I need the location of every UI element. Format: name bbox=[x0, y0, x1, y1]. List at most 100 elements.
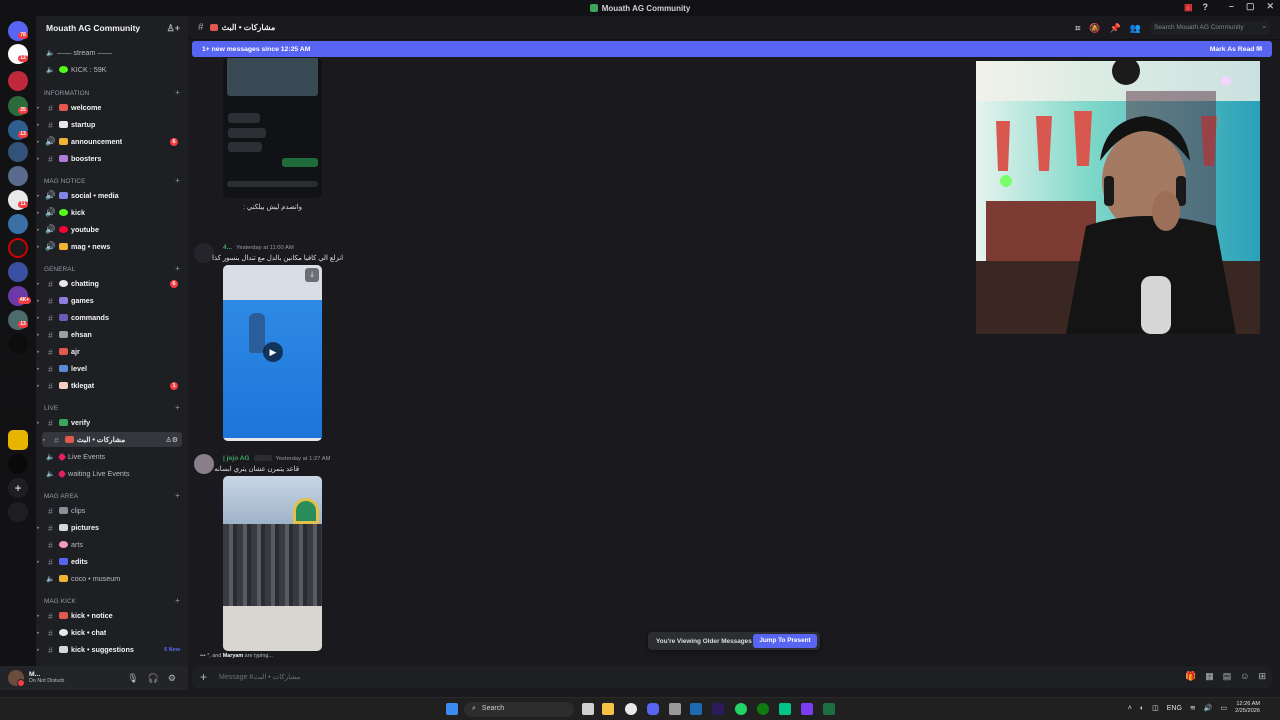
category-general[interactable]: GENERAL + bbox=[44, 265, 180, 274]
channel-ehsan[interactable]: ▸ # ehsan bbox=[36, 327, 188, 342]
channel-ajr[interactable]: ▸ # ajr bbox=[36, 344, 188, 359]
chevron-up-icon[interactable]: ˄ bbox=[1128, 705, 1132, 712]
user-info[interactable]: M... Do Not Disturb bbox=[29, 671, 64, 685]
channel-commands[interactable]: ▸ # commands bbox=[36, 310, 188, 325]
steam-icon[interactable] bbox=[690, 703, 702, 715]
emoji-icon[interactable]: ☺ bbox=[1240, 671, 1249, 682]
xbox-icon[interactable] bbox=[757, 703, 769, 715]
gear-icon[interactable]: ⚙ bbox=[168, 673, 176, 684]
help-icon[interactable]: ? bbox=[1203, 2, 1209, 13]
server-icon[interactable] bbox=[8, 214, 28, 234]
channel-level[interactable]: ▸ # level bbox=[36, 361, 188, 376]
server-icon[interactable] bbox=[8, 166, 28, 186]
discover-icon[interactable] bbox=[8, 502, 28, 522]
attachment-image[interactable] bbox=[223, 58, 322, 198]
message-author[interactable]: 4... bbox=[223, 244, 232, 251]
channel-verify[interactable]: ▸ # verify bbox=[36, 415, 188, 430]
channel-live-events[interactable]: 🔈 Live Events bbox=[36, 449, 188, 464]
new-messages-bar[interactable]: 1+ new messages since 12:25 AM Mark As R… bbox=[192, 41, 1272, 57]
channel-games[interactable]: ▸ # games bbox=[36, 293, 188, 308]
inbox-icon[interactable]: ▣ bbox=[1184, 2, 1193, 13]
close-icon[interactable]: ✕ bbox=[1266, 1, 1274, 12]
excel-icon[interactable] bbox=[823, 703, 835, 715]
language-indicator[interactable]: ENG bbox=[1167, 705, 1182, 712]
discord-taskbar-icon[interactable] bbox=[647, 703, 659, 715]
add-user-icon[interactable]: ♙+ bbox=[167, 23, 180, 34]
headphones-icon[interactable]: 🎧 bbox=[148, 673, 159, 684]
add-attachment-icon[interactable]: + bbox=[200, 670, 207, 684]
channel-clips[interactable]: # clips bbox=[36, 503, 188, 518]
channel-welcome[interactable]: ▸ # welcome bbox=[36, 100, 188, 115]
whatsapp-icon[interactable] bbox=[735, 703, 747, 715]
add-channel-icon[interactable]: + bbox=[175, 492, 180, 500]
server-icon[interactable] bbox=[8, 430, 28, 450]
channel-edits[interactable]: ▸ # edits bbox=[36, 554, 188, 569]
channel-live-shares[interactable]: ▸ # مشاركات • البث ♙⚙ bbox=[42, 432, 182, 447]
channel-kick-suggestions[interactable]: ▸ # kick • suggestions 6 New bbox=[36, 642, 188, 657]
video-attachment[interactable]: ▶ ⤓ bbox=[223, 265, 322, 441]
premiere-icon[interactable] bbox=[712, 703, 724, 715]
add-server-icon[interactable]: + bbox=[8, 478, 28, 498]
server-icon[interactable] bbox=[8, 71, 28, 91]
chrome-icon[interactable] bbox=[625, 703, 637, 715]
channel-kick[interactable]: ▸ 🔊 kick bbox=[36, 205, 188, 220]
search-input[interactable]: Search Mouath AG Community ⌕ bbox=[1150, 21, 1270, 35]
microphone-icon[interactable]: 🎙 bbox=[127, 673, 138, 684]
wifi-icon[interactable]: ≋ bbox=[1190, 704, 1196, 712]
file-explorer-icon[interactable] bbox=[602, 703, 614, 715]
channel-startup[interactable]: ▸ # startup bbox=[36, 117, 188, 132]
eye-server-icon[interactable] bbox=[8, 406, 28, 426]
maximize-icon[interactable]: ▢ bbox=[1246, 1, 1255, 12]
gif-icon[interactable]: ▦ bbox=[1205, 671, 1214, 682]
clock[interactable]: 12:26 AM 2/25/2026 bbox=[1235, 701, 1260, 715]
message-author[interactable]: | jojo AG bbox=[223, 455, 250, 462]
server-header[interactable]: Mouath AG Community ♙+ bbox=[36, 16, 188, 40]
member-list-icon[interactable]: 👥 bbox=[1130, 23, 1141, 34]
jump-to-present-button[interactable]: Jump To Present bbox=[753, 634, 817, 648]
add-channel-icon[interactable]: + bbox=[175, 89, 180, 97]
server-icon[interactable] bbox=[8, 238, 28, 258]
play-icon[interactable]: ▶ bbox=[263, 342, 283, 362]
channel-arts[interactable]: # arts bbox=[36, 537, 188, 552]
volume-icon[interactable]: 🔊 bbox=[1204, 704, 1213, 712]
settings-icon[interactable]: ♙⚙ bbox=[165, 436, 178, 444]
server-icon[interactable] bbox=[8, 334, 28, 354]
server-icon[interactable] bbox=[8, 142, 28, 162]
sticker-icon[interactable]: ▤ bbox=[1223, 671, 1232, 682]
channel-kick-chat[interactable]: ▸ # kick • chat bbox=[36, 625, 188, 640]
message-composer[interactable]: + Message #مشاركات • البث 🎁 ▦ ▤ ☺ ⊞ bbox=[192, 666, 1272, 688]
channel-boosters[interactable]: ▸ # boosters bbox=[36, 151, 188, 166]
channel-social-media[interactable]: ▸ 🔊 social • media bbox=[36, 188, 188, 203]
apps-icon[interactable]: ⊞ bbox=[1258, 671, 1266, 682]
add-channel-icon[interactable]: + bbox=[175, 177, 180, 185]
server-icon[interactable] bbox=[8, 262, 28, 282]
avatar[interactable] bbox=[194, 243, 214, 263]
eye-server-icon[interactable] bbox=[8, 358, 28, 378]
gift-icon[interactable]: 🎁 bbox=[1185, 671, 1196, 682]
channel-mag-news[interactable]: ▸ 🔊 mag • news bbox=[36, 239, 188, 254]
avatar[interactable] bbox=[8, 670, 25, 687]
server-icon[interactable] bbox=[8, 454, 28, 474]
notification-bell-icon[interactable]: 🔕 bbox=[1089, 23, 1100, 34]
mark-as-read-button[interactable]: Mark As Read ✉ bbox=[1210, 45, 1262, 53]
channel-tklegat[interactable]: ▸ # tklegat 1 bbox=[36, 378, 188, 393]
category-mag-kick[interactable]: MAG KICK + bbox=[44, 597, 180, 606]
channel-pictures[interactable]: ▸ # pictures bbox=[36, 520, 188, 535]
threads-icon[interactable]: ⌗ bbox=[1075, 23, 1080, 34]
task-view-icon[interactable] bbox=[582, 703, 594, 715]
add-channel-icon[interactable]: + bbox=[175, 597, 180, 605]
taskbar-search[interactable]: ⌕ Search bbox=[464, 702, 574, 717]
download-icon[interactable]: ⤓ bbox=[305, 268, 319, 282]
avatar[interactable] bbox=[194, 454, 214, 474]
category-live[interactable]: LIVE + bbox=[44, 404, 180, 413]
pin-icon[interactable]: 📌 bbox=[1110, 23, 1121, 34]
add-channel-icon[interactable]: + bbox=[175, 265, 180, 273]
battery-icon[interactable]: ▭ bbox=[1220, 704, 1227, 712]
video-attachment[interactable] bbox=[223, 476, 322, 651]
channel-waiting-live-events[interactable]: 🔈 waiting Live Events bbox=[36, 466, 188, 481]
channel-stream-divider[interactable]: 🔈 —— stream —— bbox=[36, 45, 188, 60]
channel-youtube[interactable]: ▸ 🔊 youtube bbox=[36, 222, 188, 237]
app-icon[interactable] bbox=[779, 703, 791, 715]
category-mag-notice[interactable]: MAG NOTICE + bbox=[44, 177, 180, 186]
channel-announcement[interactable]: ▸ 🔊 announcement 6 bbox=[36, 134, 188, 149]
